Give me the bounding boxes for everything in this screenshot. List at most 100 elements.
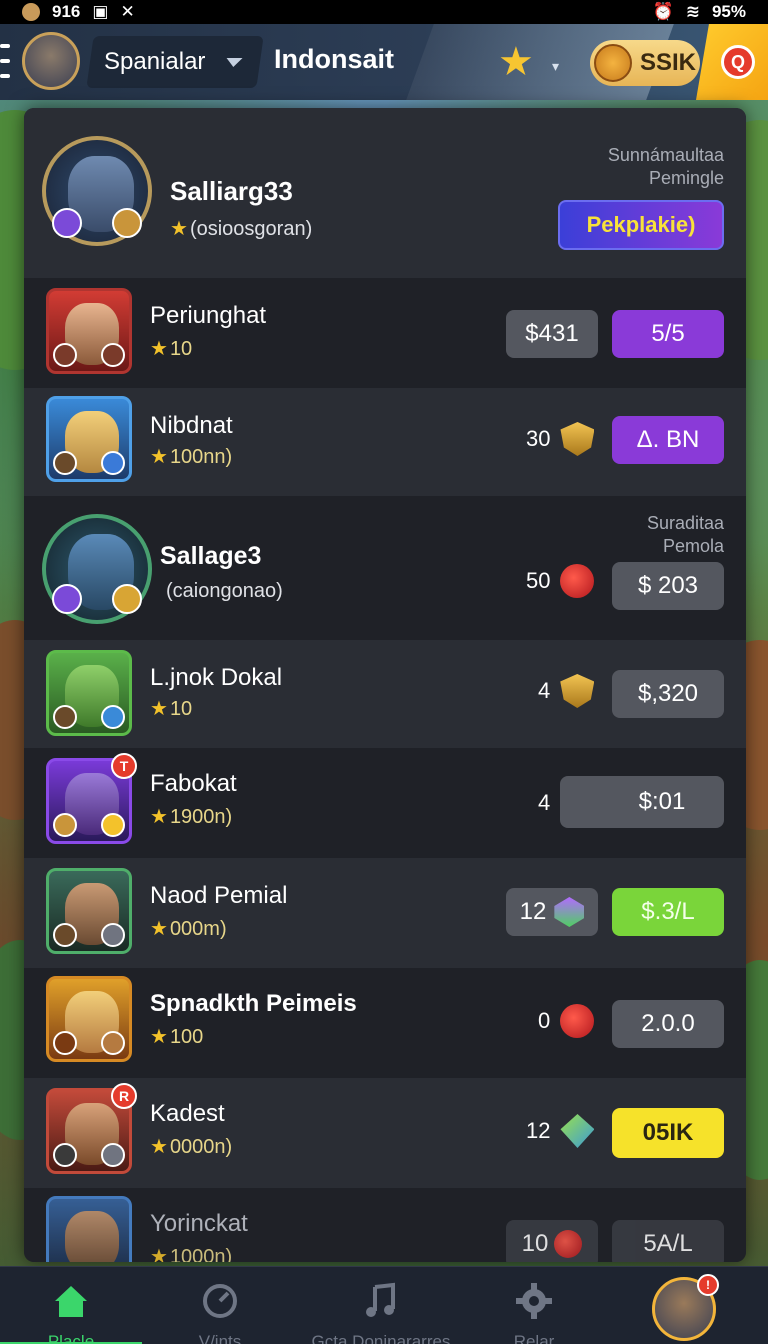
player-name: Sallage3 — [160, 542, 262, 570]
nav-item-vints[interactable]: V/ints — [150, 1267, 290, 1344]
region-dropdown-label: Spanialar — [104, 48, 206, 75]
action-button[interactable]: 5/5 — [612, 310, 724, 358]
class-icon — [53, 1031, 77, 1055]
currency-button[interactable]: SSIK — [590, 40, 700, 86]
nav-label: Placle — [47, 1332, 95, 1344]
alert-button[interactable]: Q — [696, 24, 768, 100]
nav-item-place[interactable]: Placle — [0, 1267, 142, 1344]
chevron-down-icon[interactable]: ▾ — [552, 58, 559, 75]
player-name: L.jnok Dokal — [150, 664, 283, 691]
stat-value: 30 — [526, 422, 595, 456]
table-row[interactable]: T Fabokat ★ 1900n) 4 $:01 — [24, 748, 746, 858]
class-icon — [112, 584, 142, 614]
player-subtitle: (caiongonao) — [166, 580, 283, 602]
action-button[interactable]: $.3/L — [612, 888, 724, 936]
player-subtitle: ★ (osioosgoran) — [170, 218, 313, 240]
player-rank: ★ 100 — [150, 1026, 204, 1048]
class-icon — [112, 208, 142, 238]
timer-icon — [203, 1284, 237, 1318]
stat-value: 12 — [526, 1114, 595, 1148]
action-button[interactable]: 05IK — [612, 1108, 724, 1158]
class-icon — [53, 343, 77, 367]
status-time: 916 — [52, 2, 81, 21]
table-row[interactable]: Yorinckat ★ 1000n) 10 5A/L — [24, 1188, 746, 1262]
alarm-icon: ⏰ — [652, 2, 674, 21]
player-rank: ★ 000m) — [150, 918, 227, 940]
notification-badge: ! — [697, 1274, 719, 1296]
table-row[interactable]: Naod Pemial ★ 000m) 12 $.3/L — [24, 858, 746, 968]
notification-icon — [22, 3, 40, 21]
stat-value: 10 — [506, 1220, 598, 1262]
avatar — [46, 288, 132, 374]
nav-label: Gcta Doninararres — [311, 1332, 451, 1344]
avatar — [46, 1196, 132, 1262]
price-button[interactable]: $:01 — [560, 776, 724, 828]
table-row[interactable]: R Kadest ★ 0000n) 12 05IK — [24, 1078, 746, 1188]
side-label: Suraditaa Pemola — [646, 513, 724, 556]
avatar — [46, 868, 132, 954]
featured-action-button[interactable]: Pekplakie) — [558, 200, 724, 250]
apple-icon — [560, 564, 595, 598]
class-icon — [101, 923, 125, 947]
signal-off-icon: ✕ — [120, 2, 135, 21]
avatar — [46, 976, 132, 1062]
player-name: Spnadkth Peimeis — [150, 990, 357, 1017]
price-button[interactable]: 2.0.0 — [612, 1000, 724, 1048]
player-rank: ★ 10 — [150, 698, 193, 720]
stat-value: 4 — [538, 674, 595, 708]
price-badge: $431 — [506, 310, 598, 358]
class-icon — [52, 584, 82, 614]
table-row[interactable]: L.jnok Dokal ★ 10 4 $,320 — [24, 640, 746, 748]
bottom-navigation: Placle V/ints Gcta Doninararres Relar ! — [0, 1266, 768, 1344]
avatar — [46, 396, 132, 482]
class-icon — [53, 451, 77, 475]
stat-value: 12 — [506, 888, 598, 936]
avatar: R — [46, 1083, 137, 1174]
top-header: Spanialar Indonsait ★ ▾ SSIK Q — [0, 24, 768, 100]
player-rank: ★ 1900n) — [150, 806, 233, 828]
featured-player-row[interactable]: Salliarg33 ★ (osioosgoran) Sunnámaultaa P… — [24, 108, 746, 278]
gear-icon — [516, 1283, 552, 1319]
class-icon — [53, 1143, 77, 1167]
nav-item-relar[interactable]: Relar — [476, 1267, 592, 1344]
music-note-icon — [366, 1282, 395, 1317]
stat-value: 50 — [526, 564, 595, 598]
star-icon[interactable]: ★ — [498, 42, 534, 82]
table-row[interactable]: Periunghat ★ 10 $431 5/5 — [24, 278, 746, 388]
class-icon — [101, 813, 125, 837]
alert-badge: Q — [721, 45, 755, 79]
price-button[interactable]: $,320 — [612, 670, 724, 718]
apple-icon — [554, 1230, 583, 1258]
table-row[interactable]: Sallage3 (caiongonao) Suraditaa Pemola 5… — [24, 496, 746, 640]
action-button[interactable]: 5A/L — [612, 1220, 724, 1262]
menu-icon[interactable] — [0, 44, 10, 78]
shield-icon — [560, 422, 595, 456]
player-rank: ★ 100nn) — [150, 446, 233, 468]
side-label: Sunnámaultaa Pemingle — [607, 145, 724, 188]
nav-label: Relar — [513, 1332, 555, 1344]
player-name: Salliarg33 — [170, 176, 293, 206]
crystal-icon — [560, 1114, 595, 1148]
price-button[interactable]: $ 203 — [612, 562, 724, 610]
class-icon — [101, 343, 125, 367]
page-title: Indonsait — [274, 44, 394, 74]
avatar — [46, 650, 132, 736]
action-button[interactable]: Δ. BN — [612, 416, 724, 464]
region-dropdown[interactable]: Spanialar — [86, 36, 264, 88]
player-rank: ★ 0000n) — [150, 1136, 233, 1158]
table-row[interactable]: Spnadkth Peimeis ★ 100 0 2.0.0 — [24, 968, 746, 1078]
player-name: Kadest — [150, 1100, 225, 1127]
class-icon — [101, 1031, 125, 1055]
nav-item-music[interactable]: Gcta Doninararres — [296, 1267, 466, 1344]
table-row[interactable]: Nibdnat ★ 100nn) 30 Δ. BN — [24, 388, 746, 496]
player-rank: ★ 10 — [150, 338, 193, 360]
apple-icon — [560, 1004, 595, 1038]
class-icon — [52, 208, 82, 238]
battery-level: 95% — [711, 2, 746, 21]
class-icon — [53, 813, 77, 837]
nav-label: V/ints — [198, 1332, 242, 1344]
avatar: T — [46, 753, 137, 844]
profile-avatar[interactable] — [22, 32, 80, 90]
currency-label: SSIK — [640, 49, 697, 76]
profile-avatar[interactable]: ! — [652, 1274, 719, 1341]
